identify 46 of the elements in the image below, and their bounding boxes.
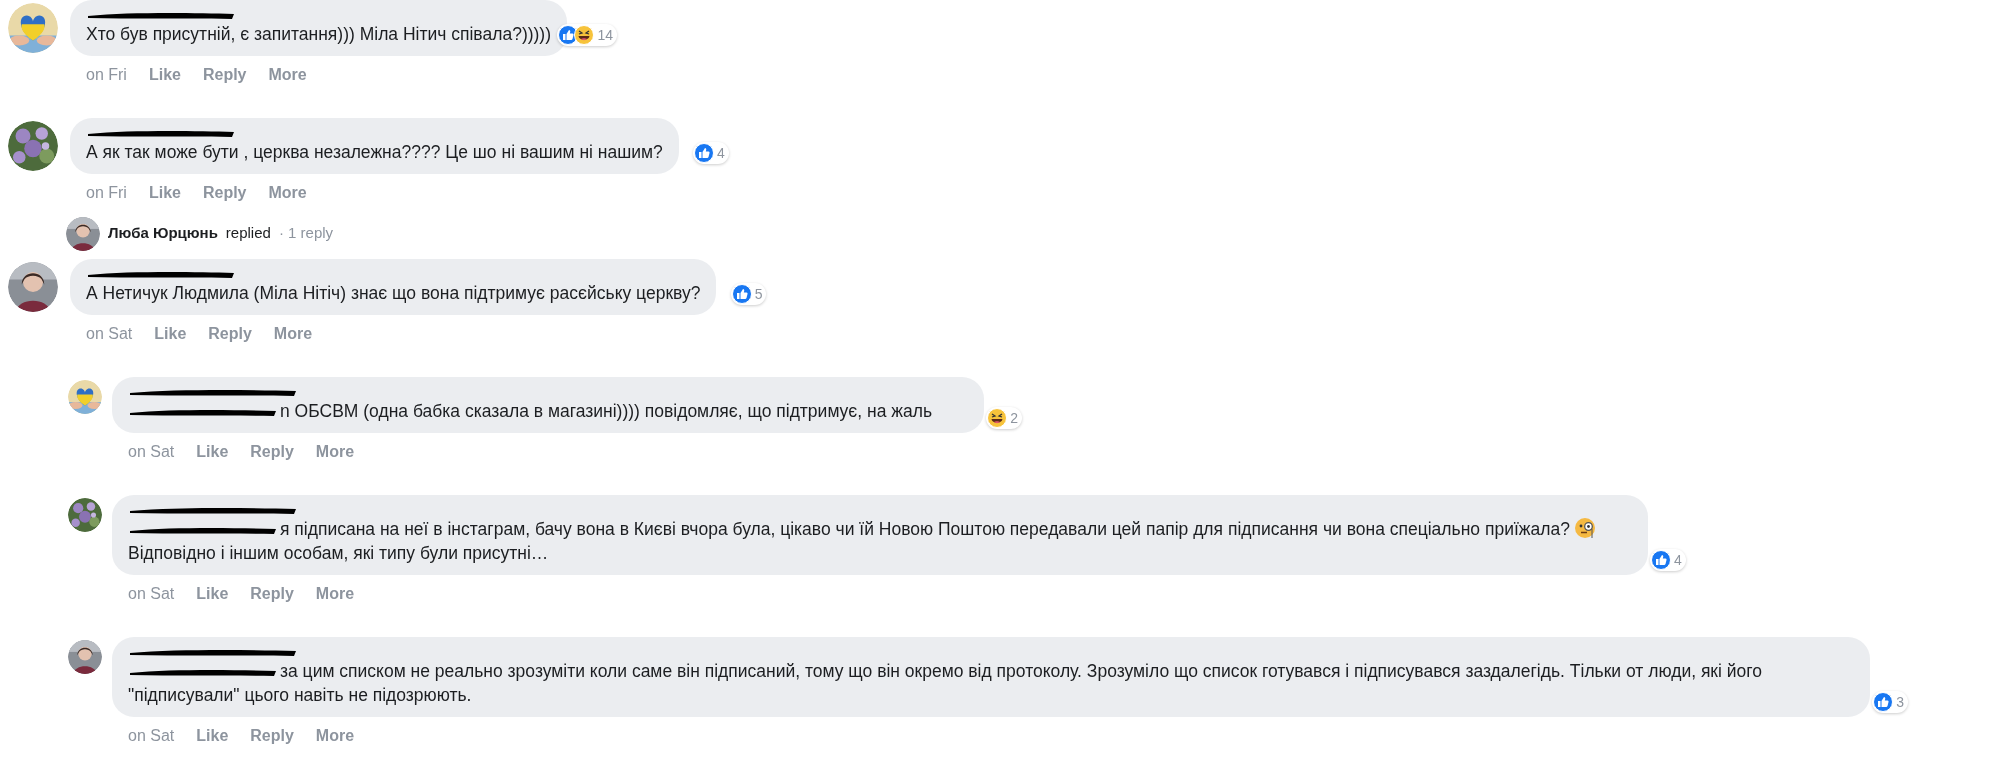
- action-link[interactable]: Reply: [208, 325, 252, 347]
- thumbs-up-icon: [1651, 550, 1672, 570]
- timestamp: on Sat: [128, 443, 175, 462]
- comment-text: А Нетичук Людмила (Міла Нітіч) знає що вона підтримує расєйську церкву?: [86, 282, 701, 305]
- timestamp: on Fri: [86, 184, 127, 203]
- reaction-badge[interactable]: 2: [986, 407, 1023, 429]
- thumbs-up-icon: [1873, 692, 1894, 712]
- action-link[interactable]: More: [315, 585, 355, 607]
- comment-text: Хто був присутній, є запитання))) Міла Нітич співала?))))): [86, 23, 551, 46]
- action-link[interactable]: Like: [196, 727, 229, 749]
- comment-text: А як так може бути , церква незалежна???? Це шо ні вашим ні нашим?: [86, 141, 663, 164]
- action-link[interactable]: Like: [148, 184, 181, 206]
- timestamp: on Sat: [128, 727, 175, 746]
- action-link[interactable]: Like: [196, 443, 229, 465]
- thumbs-up-icon: [694, 143, 714, 163]
- action-link[interactable]: More: [315, 443, 355, 465]
- comment-text: я підписана на неї в інстаграм, бачу вона в Києві вчора була, цікаво чи їй Новою Поштою передавали цей папір для підписання чи вона спеціально приїжала? Відповідно і іншим особам, які типу були присутні…: [128, 517, 1596, 565]
- action-link[interactable]: More: [315, 727, 355, 749]
- action-link[interactable]: More: [273, 325, 313, 347]
- comment-text: за цим списком не реально зрозуміти коли саме він підписаний, тому що він окремо від протоколу. Зрозуміло що список готувався і підписувався заздалегідь. Тільки от люди, які його "підписували" цього навіть не підозрюють.: [128, 660, 1763, 707]
- action-link[interactable]: Reply: [202, 184, 247, 206]
- replied-label: replied: [225, 224, 271, 241]
- action-link[interactable]: Reply: [250, 443, 294, 465]
- action-link[interactable]: Reply: [202, 66, 247, 88]
- action-link[interactable]: Like: [154, 325, 187, 347]
- action-link[interactable]: Like: [196, 585, 229, 607]
- laughing-face-icon: [574, 25, 595, 45]
- reaction-badge[interactable]: 4: [1650, 549, 1686, 571]
- timestamp: on Fri: [86, 66, 127, 85]
- action-link[interactable]: Reply: [250, 585, 294, 607]
- timestamp: on Sat: [86, 325, 133, 344]
- action-link[interactable]: More: [268, 184, 307, 206]
- reaction-badge[interactable]: 14: [557, 24, 617, 46]
- action-link[interactable]: More: [268, 66, 307, 88]
- timestamp: on Sat: [128, 585, 175, 604]
- comment-text: n ОБСВМ (одна бабка сказала в магазині)))) повідомляє, що підтримує, на жаль: [128, 399, 933, 423]
- reaction-badge[interactable]: 3: [1872, 691, 1908, 713]
- reply-count-link[interactable]: · 1 reply: [278, 224, 334, 241]
- action-link[interactable]: Like: [148, 66, 181, 88]
- reaction-badge[interactable]: 4: [693, 142, 729, 164]
- thumbs-up-icon: [731, 284, 752, 304]
- replier-name[interactable]: Люба Юрцюнь: [108, 224, 218, 241]
- monocle-face-icon: [1573, 517, 1596, 539]
- reaction-badge[interactable]: 5: [730, 283, 767, 305]
- action-link[interactable]: Reply: [250, 727, 294, 749]
- laughing-face-icon: [987, 408, 1008, 428]
